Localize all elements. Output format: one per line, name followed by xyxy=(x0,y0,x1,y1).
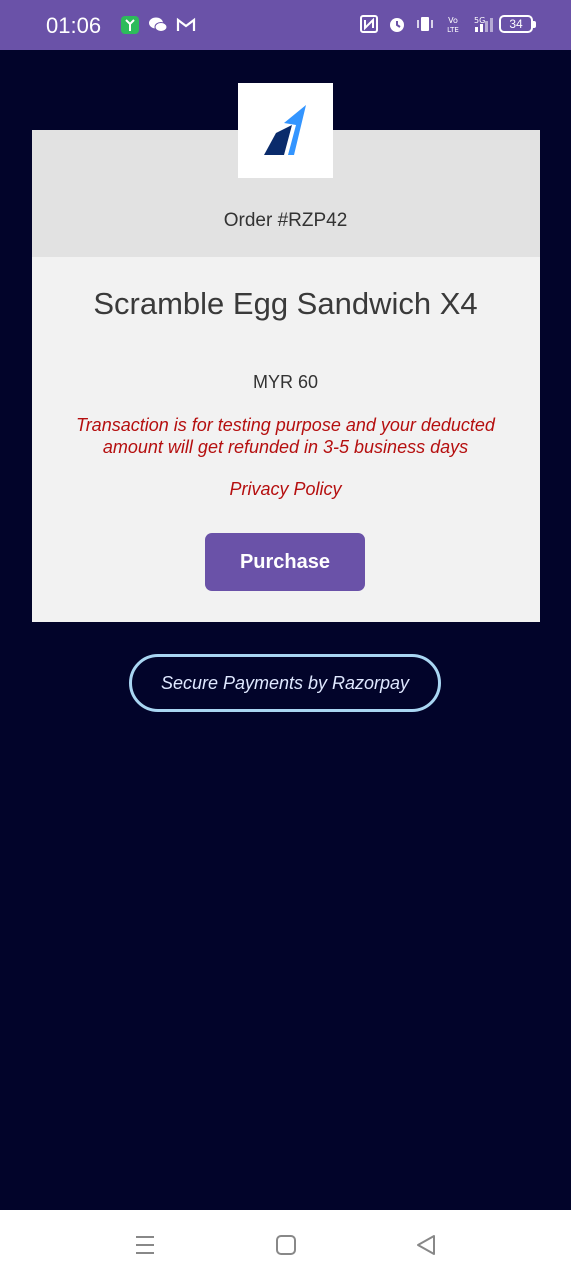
status-system-icons: Vo LTE 5G 34 xyxy=(359,14,536,34)
wechat-icon xyxy=(148,15,168,35)
back-icon[interactable] xyxy=(413,1232,439,1258)
status-bar: 01:06 Vo LTE 5G 34 xyxy=(0,0,571,50)
home-icon[interactable] xyxy=(273,1232,299,1258)
svg-text:5G: 5G xyxy=(474,16,485,25)
vibrate-icon xyxy=(415,14,435,34)
signal-5g-icon: 5G xyxy=(471,14,493,34)
status-notification-icons xyxy=(120,15,196,35)
test-disclaimer: Transaction is for testing purpose and y… xyxy=(76,415,495,457)
system-nav-bar xyxy=(0,1210,571,1280)
merchant-logo xyxy=(238,83,333,178)
alarm-icon xyxy=(387,14,407,34)
menu-icon[interactable] xyxy=(132,1232,158,1258)
gmail-icon xyxy=(176,15,196,35)
nfc-icon xyxy=(359,14,379,34)
secure-payments-badge: Secure Payments by Razorpay xyxy=(129,654,441,712)
order-id: Order #RZP42 xyxy=(223,210,348,231)
purchase-button[interactable]: Purchase xyxy=(205,533,365,591)
svg-text:Vo: Vo xyxy=(448,16,458,25)
volte-icon: Vo LTE xyxy=(443,14,463,34)
privacy-policy-link[interactable]: Privacy Policy xyxy=(0,479,571,500)
order-amount: MYR 60 xyxy=(252,372,319,392)
battery-icon: 34 xyxy=(499,15,536,33)
svg-text:LTE: LTE xyxy=(447,26,459,34)
razorpay-logo-icon xyxy=(264,105,306,155)
product-title: Scramble Egg Sandwich X4 xyxy=(93,286,478,321)
status-time: 01:06 xyxy=(46,13,102,38)
app-notification-icon xyxy=(120,15,140,35)
